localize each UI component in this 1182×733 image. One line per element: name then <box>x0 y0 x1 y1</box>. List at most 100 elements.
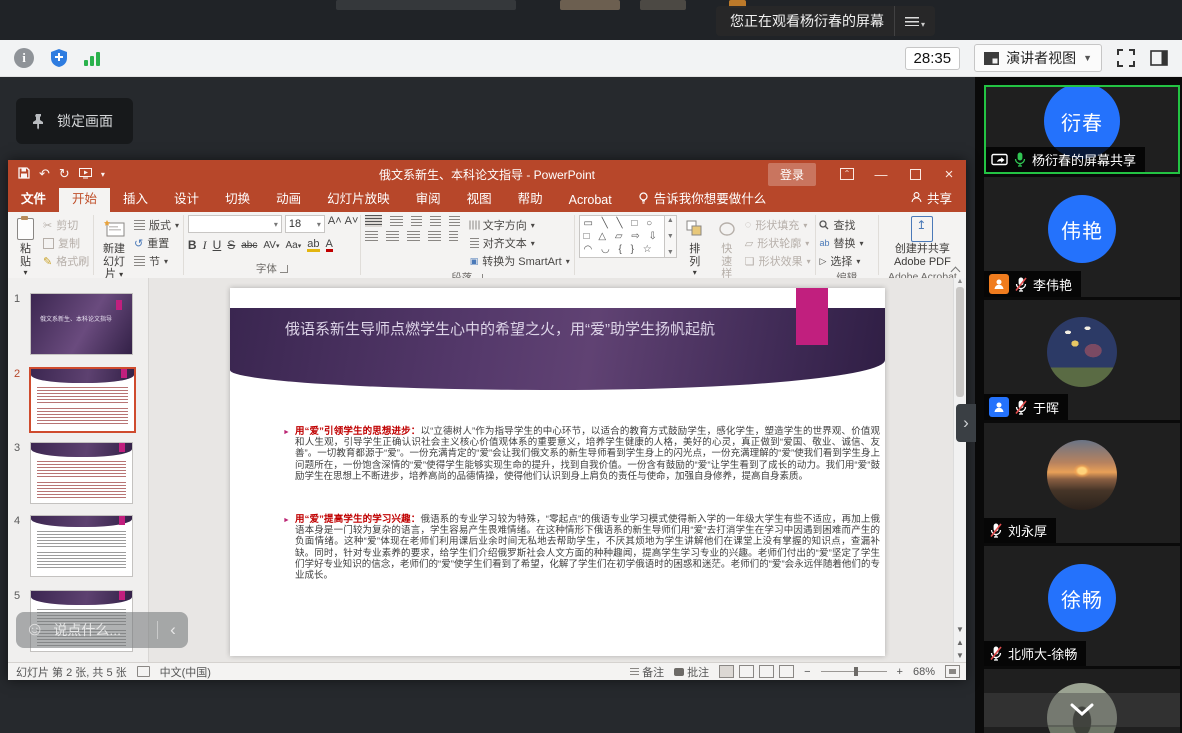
normal-view-button[interactable] <box>719 665 734 678</box>
increase-indent-button[interactable] <box>430 216 441 226</box>
align-center-button[interactable] <box>386 231 399 241</box>
scroll-down-arrow[interactable]: ▼ <box>956 625 964 634</box>
slide-title-text[interactable]: 俄语系新生导师点燃学生心中的希望之火，用“爱”助学生扬帆起航 <box>285 318 805 341</box>
convert-smartart-button[interactable]: ▣转换为 SmartArt▾ <box>470 253 570 269</box>
slide-thumbnail-4[interactable] <box>30 515 133 577</box>
zoom-out-button[interactable]: − <box>804 666 810 678</box>
strikethrough-button[interactable]: S <box>227 238 235 252</box>
redo-icon[interactable]: ↻ <box>59 166 70 182</box>
minimize-button[interactable]: — <box>864 160 898 188</box>
scroll-up-arrow[interactable]: ▲ <box>957 278 964 285</box>
align-right-button[interactable] <box>407 231 420 241</box>
tab-help[interactable]: 帮助 <box>505 184 556 212</box>
slide-sorter-view-button[interactable] <box>739 665 754 678</box>
decrease-indent-button[interactable] <box>411 216 422 226</box>
tab-file[interactable]: 文件 <box>8 184 59 212</box>
current-slide[interactable]: 俄语系新生导师点燃学生心中的希望之火，用“爱”助学生扬帆起航 ► 用“爱”引领学… <box>230 288 885 656</box>
banner-menu-button[interactable]: ▾ <box>894 6 935 36</box>
fullscreen-button[interactable] <box>1116 48 1136 68</box>
slide-thumbnail-3[interactable] <box>30 442 133 504</box>
participant-tile[interactable]: 于晖 <box>984 300 1180 420</box>
participant-tile-partial[interactable] <box>984 669 1180 733</box>
cut-button[interactable]: ✂剪切 <box>43 217 89 233</box>
qat-customize-caret[interactable]: ▾ <box>101 170 105 179</box>
ribbon-display-options-button[interactable]: ⌃ <box>830 160 864 188</box>
font-name-combo[interactable]: ▾ <box>188 215 282 233</box>
tab-review[interactable]: 审阅 <box>403 184 454 212</box>
justify-button[interactable] <box>428 231 441 241</box>
zoom-level[interactable]: 68% <box>913 666 935 678</box>
italic-button[interactable]: I <box>203 238 207 253</box>
replace-button[interactable]: ab替换▾ <box>819 235 863 251</box>
save-icon[interactable] <box>18 167 30 182</box>
paste-button[interactable]: 粘贴▾ <box>12 215 39 279</box>
clear-strike-button[interactable]: abc <box>241 240 257 251</box>
tab-design[interactable]: 设计 <box>161 184 212 212</box>
zoom-in-button[interactable]: + <box>897 666 903 678</box>
font-dialog-launcher[interactable] <box>280 265 288 273</box>
shapes-gallery-scroll[interactable]: ▲▼▼ <box>665 215 677 258</box>
undo-icon[interactable]: ↶ <box>39 166 50 182</box>
canvas-vertical-scrollbar[interactable]: ▲ ▼ ▲ ▼ <box>953 278 966 663</box>
select-button[interactable]: ▷选择▾ <box>819 253 863 269</box>
tab-insert[interactable]: 插入 <box>110 184 161 212</box>
scrollbar-thumb[interactable] <box>956 287 964 397</box>
participant-tile[interactable]: 伟艳 李伟艳 <box>984 177 1180 297</box>
font-size-combo[interactable]: 18▾ <box>285 215 325 233</box>
tab-acrobat[interactable]: Acrobat <box>556 189 625 212</box>
view-mode-dropdown[interactable]: 演讲者视图 ▼ <box>974 44 1102 72</box>
security-shield-icon[interactable] <box>49 48 69 68</box>
restore-button[interactable] <box>898 160 932 188</box>
chat-collapse-button[interactable]: ‹ <box>158 620 188 640</box>
shrink-font-button[interactable]: A˅ <box>345 215 359 233</box>
tab-home[interactable]: 开始 <box>59 184 110 212</box>
slide-thumbnail-2-selected[interactable] <box>29 367 136 433</box>
change-case-button[interactable]: Aa▾ <box>286 240 302 251</box>
tab-slideshow[interactable]: 幻灯片放映 <box>314 184 403 212</box>
grow-font-button[interactable]: A˄ <box>328 215 342 233</box>
sign-in-button[interactable]: 登录 <box>768 163 816 186</box>
comments-toggle[interactable]: 批注 <box>674 664 709 680</box>
shapes-gallery[interactable]: ▭ ╲ ╲ □ ○ □ △ ▱ ⇨ ⇩ ◠ ◡ { } ☆ <box>579 215 665 258</box>
zoom-slider[interactable] <box>821 671 887 672</box>
text-direction-button[interactable]: 文字方向▾ <box>470 217 570 233</box>
tell-me-box[interactable]: 告诉我你想要做什么 <box>625 184 780 212</box>
fit-to-window-button[interactable] <box>945 665 960 678</box>
shape-effects-button[interactable]: ❏形状效果▾ <box>745 253 811 269</box>
bullets-button[interactable] <box>365 215 382 227</box>
reset-button[interactable]: ↺重置 <box>134 235 179 251</box>
close-button[interactable]: × <box>932 160 966 188</box>
create-share-adobe-pdf-button[interactable]: 创建并共享Adobe PDF <box>889 215 956 270</box>
zoom-slider-thumb[interactable] <box>854 667 858 676</box>
line-spacing-button[interactable] <box>449 216 460 226</box>
slide-thumbnail-1[interactable]: 俄文系新生、本科论文指导 <box>30 293 133 355</box>
spellcheck-icon[interactable] <box>137 666 150 677</box>
highlight-color-button[interactable]: ab <box>307 239 319 252</box>
language-indicator[interactable]: 中文(中国) <box>160 664 211 680</box>
info-icon[interactable]: i <box>14 48 34 68</box>
bold-button[interactable]: B <box>188 238 197 252</box>
previous-slide-button[interactable]: ▲ <box>956 638 964 647</box>
slide-bullet-2[interactable]: 用“爱”提高学生的学习兴趣：俄语系的专业学习较为特殊，“零起点”的俄语专业学习模… <box>295 514 880 581</box>
notes-toggle[interactable]: 备注 <box>630 664 664 680</box>
participant-tile[interactable]: 刘永厚 <box>984 423 1180 543</box>
font-color-button[interactable]: A <box>326 239 333 252</box>
network-signal-icon[interactable] <box>84 50 100 66</box>
copy-button[interactable]: 复制 <box>43 235 89 251</box>
participant-tile[interactable]: 徐畅 北师大-徐畅 <box>984 546 1180 666</box>
chat-input[interactable]: 说点什么... <box>53 620 157 640</box>
align-text-button[interactable]: 对齐文本▾ <box>470 235 570 251</box>
participant-tile-sharer[interactable]: 衍春 杨衍春的屏幕共享 <box>984 85 1180 174</box>
tab-animations[interactable]: 动画 <box>263 184 314 212</box>
layout-button[interactable]: 版式▾ <box>134 217 179 233</box>
columns-button[interactable] <box>449 231 458 241</box>
find-button[interactable]: 查找 <box>819 217 863 233</box>
format-painter-button[interactable]: ✎格式刷 <box>43 253 89 269</box>
reading-view-button[interactable] <box>759 665 774 678</box>
slideshow-view-button[interactable] <box>779 665 794 678</box>
tab-view[interactable]: 视图 <box>454 184 505 212</box>
scroll-more-participants[interactable] <box>984 693 1180 727</box>
sidebar-collapse-handle[interactable]: › <box>956 404 976 442</box>
slide-bullet-1[interactable]: 用“爱”引领学生的思想进步：以“立德树人”作为指导学生的中心环节，以适合的教育方… <box>295 426 880 482</box>
collapse-ribbon-button[interactable] <box>951 265 960 274</box>
